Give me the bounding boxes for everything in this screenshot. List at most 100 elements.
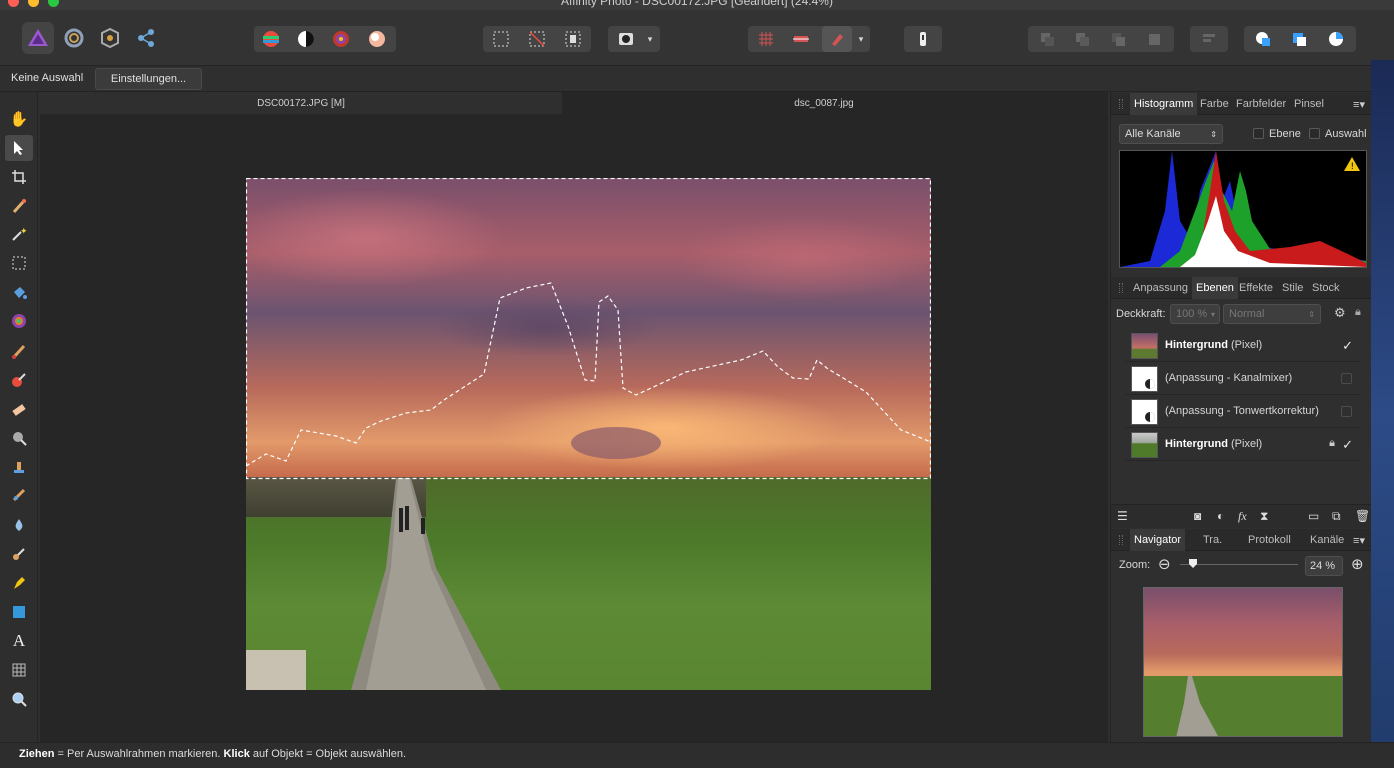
layer-checkbox[interactable] (1253, 128, 1264, 139)
move-tool-icon[interactable] (5, 135, 33, 161)
visibility-check-icon[interactable]: ✓ (1342, 437, 1353, 453)
auto-colors-icon[interactable] (326, 26, 356, 52)
pen-tool-icon[interactable] (5, 570, 33, 596)
adjustment-layer-icon[interactable]: ◐ (1217, 509, 1224, 523)
selection-brush-icon[interactable] (5, 193, 33, 219)
tab-channels[interactable]: Kanäle (1310, 529, 1344, 551)
zoom-slider-handle[interactable] (1189, 559, 1197, 568)
liquify-persona-icon[interactable] (58, 22, 90, 54)
tab-navigator[interactable]: Navigator (1130, 529, 1186, 551)
layer-row[interactable]: (Anpassung - Kanalmixer) (1125, 363, 1361, 395)
deselect-icon[interactable] (522, 26, 552, 52)
healing-brush-icon[interactable] (5, 482, 33, 508)
hand-tool-icon[interactable]: ✋ (5, 106, 33, 132)
tab-histogram[interactable]: Histogramm (1130, 93, 1198, 115)
panel-grip[interactable] (1119, 535, 1123, 545)
photo-persona-icon[interactable] (22, 22, 54, 54)
select-all-icon[interactable] (486, 26, 516, 52)
lock-icon[interactable]: 🔒︎ (1355, 306, 1361, 319)
flood-fill-icon[interactable] (5, 280, 33, 306)
color-replacement-icon[interactable] (5, 367, 33, 393)
smudge-icon[interactable] (5, 541, 33, 567)
blend-mode-select[interactable]: Normal ⇕ (1223, 304, 1321, 324)
layers-stack-icon[interactable]: ☰ (1117, 509, 1128, 523)
crop-tool-icon[interactable] (5, 164, 33, 190)
tab-adjustment[interactable]: Anpassung (1133, 277, 1188, 299)
visibility-check-icon[interactable]: ✓ (1342, 338, 1353, 354)
tab-brushes[interactable]: Pinsel (1294, 93, 1324, 115)
zoom-value-field[interactable]: 24 % (1305, 556, 1343, 576)
navigator-thumbnail[interactable] (1143, 587, 1343, 737)
panel-grip[interactable] (1119, 99, 1123, 109)
add-boolean-icon[interactable] (1248, 26, 1278, 52)
panel-grip[interactable] (1119, 283, 1123, 293)
move-to-front-icon[interactable] (1139, 26, 1169, 52)
layer-row[interactable]: (Anpassung - Tonwertkorrektur) (1125, 396, 1361, 428)
move-back-one-icon[interactable] (1067, 26, 1097, 52)
zoom-slider-track[interactable] (1180, 564, 1298, 565)
histogram-panel-menu-icon[interactable]: ≡▾ (1353, 98, 1365, 111)
align-guides-icon[interactable] (786, 26, 816, 52)
tab-history[interactable]: Protokoll (1248, 529, 1291, 551)
channel-select[interactable]: Alle Kanäle ⇕ (1119, 124, 1223, 144)
fx-icon[interactable]: fx (1238, 509, 1247, 524)
rectangle-tool-icon[interactable] (5, 599, 33, 625)
trash-icon[interactable]: 🗑︎ (1355, 509, 1370, 523)
new-layer-icon[interactable]: ⧉ (1332, 509, 1341, 524)
layer-settings-gear-icon[interactable]: ⚙ (1334, 305, 1346, 321)
zoom-tool-icon[interactable] (5, 686, 33, 712)
selection-checkbox[interactable] (1309, 128, 1320, 139)
zoom-in-icon[interactable]: ⊕ (1351, 555, 1364, 573)
quick-mask-dropdown-icon[interactable]: ▾ (641, 26, 659, 52)
tab-layers[interactable]: Ebenen (1192, 277, 1238, 299)
auto-levels-icon[interactable] (256, 26, 286, 52)
paint-brush-icon[interactable] (5, 338, 33, 364)
tab-effects[interactable]: Effekte (1239, 277, 1273, 299)
align-icon[interactable] (1194, 26, 1224, 52)
tab-dsc0087[interactable]: dsc_0087.jpg (563, 92, 1085, 114)
snapping-dropdown-icon[interactable]: ▾ (852, 26, 870, 52)
export-persona-icon[interactable] (130, 22, 162, 54)
flood-select-icon[interactable]: ✦ (5, 221, 33, 247)
move-to-back-icon[interactable] (1032, 26, 1062, 52)
snapping-magnet-icon[interactable] (822, 26, 852, 52)
navigator-panel-menu-icon[interactable]: ≡▾ (1353, 534, 1365, 547)
move-forward-one-icon[interactable] (1103, 26, 1133, 52)
layer-row[interactable]: Hintergrund (Pixel) 🔒︎ ✓ (1125, 429, 1361, 461)
zoom-out-icon[interactable]: ⊖ (1158, 555, 1171, 573)
tab-transform[interactable]: Tra. (1203, 529, 1222, 551)
clone-stamp-icon[interactable] (5, 454, 33, 480)
color-picker-icon[interactable] (5, 308, 33, 334)
tab-color[interactable]: Farbe (1200, 93, 1229, 115)
eraser-icon[interactable] (5, 396, 33, 422)
subtract-boolean-icon[interactable] (1284, 26, 1314, 52)
text-tool-icon[interactable]: A (5, 628, 33, 654)
develop-persona-icon[interactable] (94, 22, 126, 54)
assistant-icon[interactable] (908, 26, 938, 52)
marquee-tool-icon[interactable] (5, 250, 33, 276)
auto-contrast-icon[interactable] (291, 26, 321, 52)
quick-mask-icon[interactable] (611, 26, 641, 52)
layer-row[interactable]: Hintergrund (Pixel) ✓ (1125, 330, 1361, 362)
opacity-field[interactable]: 100 % ▾ (1170, 304, 1220, 324)
tab-stock[interactable]: Stock (1312, 277, 1340, 299)
mesh-warp-icon[interactable] (5, 657, 33, 683)
visibility-checkbox[interactable] (1341, 406, 1352, 417)
tab-styles[interactable]: Stile (1282, 277, 1303, 299)
document-image[interactable] (246, 178, 931, 690)
blur-icon[interactable] (5, 512, 33, 538)
canvas-area[interactable] (40, 114, 1108, 742)
tab-swatches[interactable]: Farbfelder (1236, 93, 1286, 115)
folder-icon[interactable]: ▭ (1308, 509, 1319, 523)
layer-lock-icon[interactable]: 🔒︎ (1329, 437, 1335, 450)
intersect-boolean-icon[interactable] (1321, 26, 1351, 52)
live-filter-icon[interactable]: ⧗ (1260, 509, 1268, 524)
dodge-icon[interactable] (5, 425, 33, 451)
visibility-checkbox[interactable] (1341, 373, 1352, 384)
tab-dsc00172[interactable]: DSC00172.JPG [M] (40, 92, 562, 114)
invert-selection-icon[interactable] (558, 26, 588, 52)
settings-button[interactable]: Einstellungen... (95, 68, 202, 90)
mask-layer-icon[interactable]: ◙ (1194, 509, 1201, 523)
auto-white-balance-icon[interactable] (362, 26, 392, 52)
grid-icon[interactable] (751, 26, 781, 52)
